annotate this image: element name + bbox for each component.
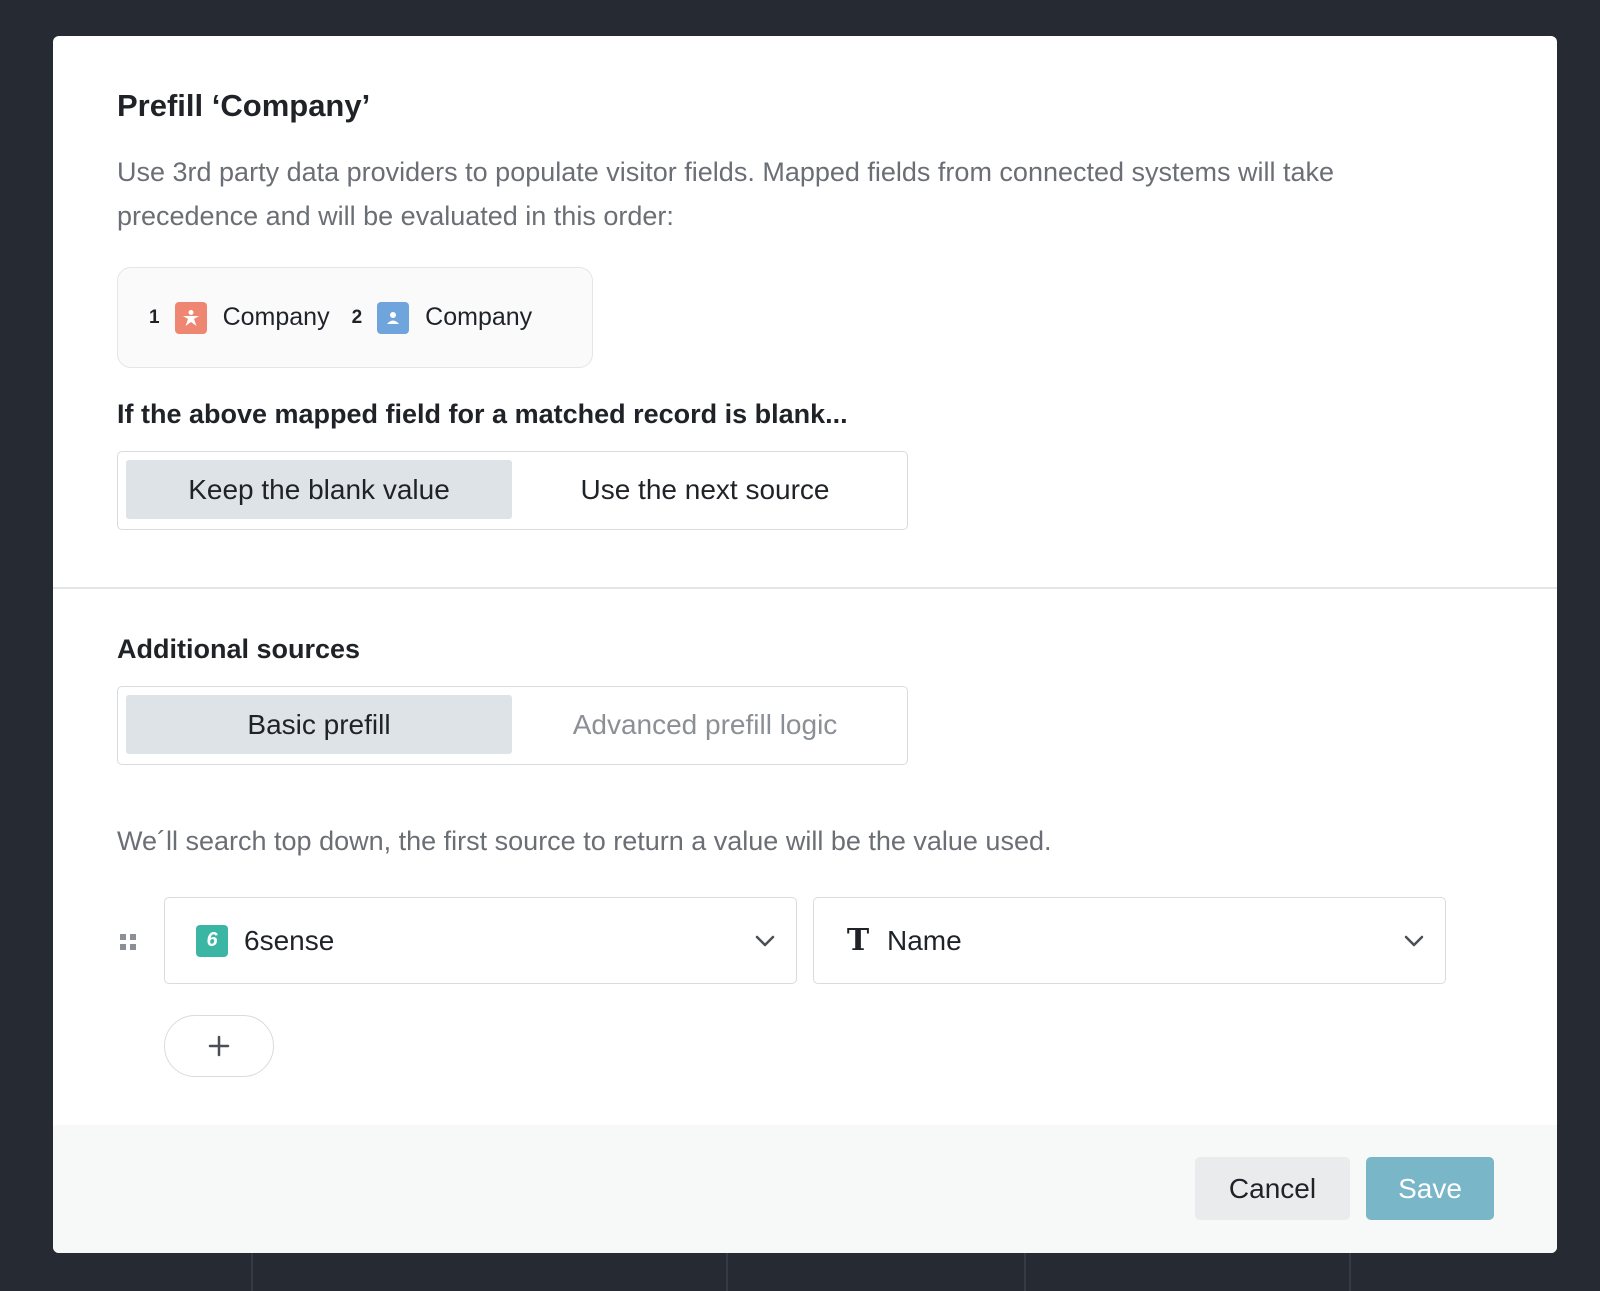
dialog-footer: Cancel Save [53, 1125, 1557, 1253]
source-order-item: 2 Company [351, 301, 533, 334]
provider-select[interactable]: 6 6sense [164, 897, 797, 984]
user-icon [377, 301, 410, 334]
mapped-fields-section: Prefill ‘Company’ Use 3rd party data pro… [53, 36, 1557, 587]
dialog-title: Prefill ‘Company’ [117, 88, 371, 123]
prefill-dialog: Prefill ‘Company’ Use 3rd party data pro… [53, 36, 1557, 1253]
blank-value-question: If the above mapped field for a matched … [117, 399, 848, 429]
search-order-hint: We´ll search top down, the first source … [117, 826, 1052, 856]
sixsense-logo-icon: 6 [196, 924, 228, 957]
order-label: Company [425, 303, 533, 331]
text-type-icon: T [846, 923, 870, 958]
plus-icon [208, 1035, 230, 1057]
provider-select-value: 6sense [244, 924, 335, 956]
drag-handle-icon[interactable] [119, 933, 137, 951]
field-select[interactable]: T Name [813, 897, 1446, 984]
cancel-button[interactable]: Cancel [1195, 1157, 1350, 1220]
additional-sources-heading: Additional sources [117, 634, 361, 664]
add-source-button[interactable] [164, 1015, 274, 1077]
chevron-down-icon [755, 935, 775, 946]
keep-blank-option[interactable]: Keep the blank value [126, 460, 512, 519]
source-order-list: 1 Company 2 Company [117, 267, 593, 368]
dialog-description: Use 3rd party data providers to populate… [117, 157, 1335, 231]
section-divider [53, 587, 1557, 589]
order-label: Company [222, 303, 330, 331]
chevron-down-icon [1404, 935, 1424, 946]
blank-value-toggle: Keep the blank value Use the next source [117, 451, 908, 530]
advanced-prefill-option[interactable]: Advanced prefill logic [512, 695, 898, 754]
use-next-source-option[interactable]: Use the next source [512, 460, 898, 519]
field-select-value: Name [887, 924, 962, 956]
save-button[interactable]: Save [1366, 1157, 1494, 1220]
basic-prefill-option[interactable]: Basic prefill [126, 695, 512, 754]
source-order-item: 1 Company [149, 301, 330, 334]
prefill-mode-toggle: Basic prefill Advanced prefill logic [117, 686, 908, 765]
salesforce-person-icon [174, 301, 207, 334]
order-number: 1 [149, 306, 160, 328]
order-number: 2 [351, 306, 363, 328]
